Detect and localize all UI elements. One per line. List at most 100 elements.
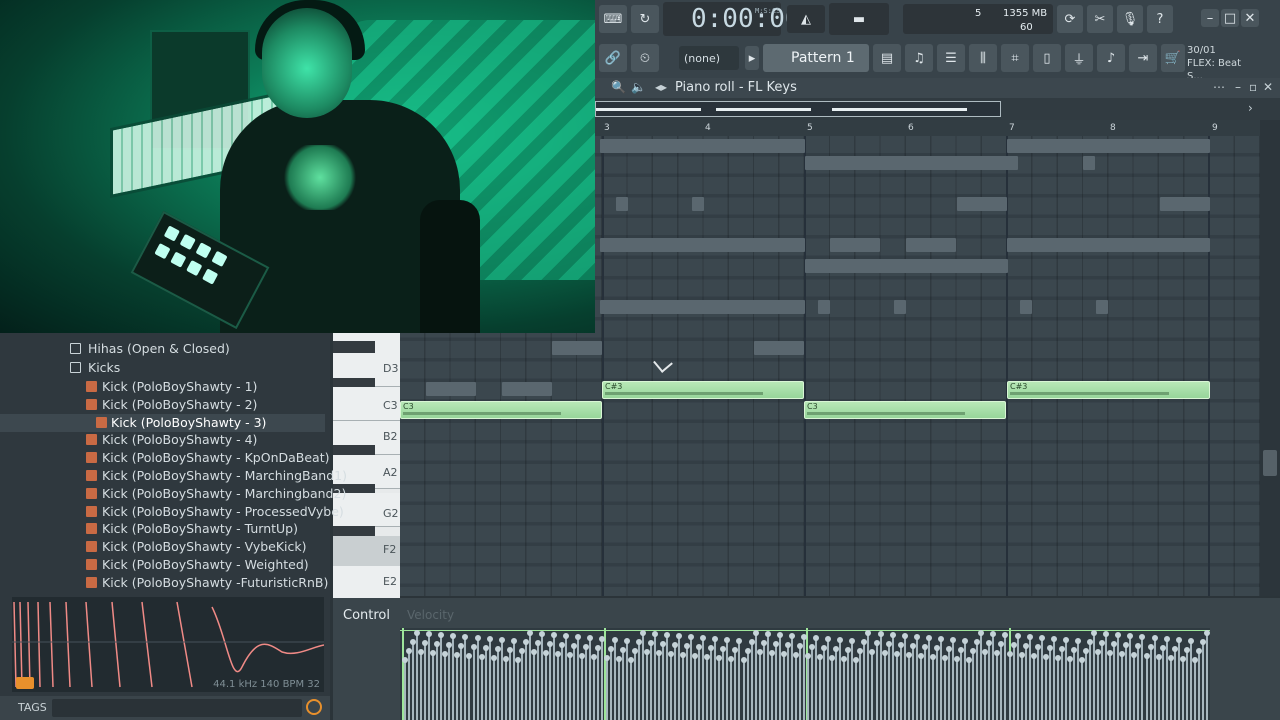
velocity-stem[interactable] [813,635,820,720]
velocity-stem[interactable] [901,633,908,720]
velocity-stem[interactable] [1034,644,1041,720]
velocity-stem[interactable] [696,644,703,720]
piano-keyboard[interactable]: D3 C3 B2 A2 G2 F2 E2 [333,333,400,600]
velocity-stem[interactable] [1083,648,1090,720]
velocity-stem[interactable] [1195,648,1202,720]
control-param[interactable]: Velocity [407,608,454,622]
vertical-scrollbar[interactable] [1260,120,1280,596]
browser-file-item[interactable]: Kick (PoloBoyShawty - 1) [0,378,325,396]
note[interactable]: C#3 [1007,381,1210,399]
velocity-stem[interactable] [526,630,533,720]
velocity-stem[interactable] [966,657,973,720]
velocity-stem[interactable] [740,657,747,720]
velocity-stem[interactable] [1014,633,1021,720]
microphone-icon[interactable]: 🎙 [1117,5,1143,33]
velocity-stem[interactable] [1075,638,1081,720]
velocity-stem[interactable] [873,640,880,720]
velocity-stem[interactable] [486,636,493,720]
speaker-icon[interactable]: 🔈 [631,80,646,94]
velocity-stem[interactable] [1139,634,1146,720]
window-menu-icon[interactable]: ⋯ [1213,80,1225,94]
velocity-stem[interactable] [410,639,417,720]
browser-file-item[interactable]: Kick (PoloBoyShawty - TurntUp) [0,520,325,538]
velocity-stem[interactable] [1087,639,1094,720]
velocity-stem[interactable] [849,638,856,720]
velocity-stem[interactable] [821,645,828,720]
browser-folder[interactable]: Kicks [0,359,325,377]
velocity-stem[interactable] [841,656,848,720]
velocity-stem[interactable] [885,641,892,720]
play-preview-icon[interactable] [16,677,34,689]
velocity-stem[interactable] [1095,649,1102,720]
note[interactable]: C3 [804,401,1006,419]
browser-file-item[interactable]: Kick (PoloBoyShawty - MarchingBand1) [0,467,347,485]
velocity-stem[interactable] [599,636,606,720]
play-mode-icon[interactable]: ▸ [745,46,759,70]
velocity-stem[interactable] [1010,642,1017,720]
velocity-stem[interactable] [1054,655,1061,720]
velocity-stem[interactable] [494,646,501,720]
browser-file-item[interactable]: Kick (PoloBoyShawty - 2) [0,396,325,414]
velocity-stem[interactable] [643,649,650,720]
velocity-stem[interactable] [724,637,731,720]
velocity-stem[interactable] [700,635,707,720]
tempo-tap-icon[interactable]: ♪ [1097,44,1125,72]
velocity-stem[interactable] [422,640,429,720]
velocity-stem[interactable] [1175,637,1182,720]
velocity-stem[interactable] [684,643,691,720]
magnify-icon[interactable]: 🔍 [611,80,626,94]
velocity-stem[interactable] [768,650,775,720]
velocity-stem[interactable] [833,646,840,720]
velocity-stem[interactable] [1159,645,1166,720]
velocity-stem[interactable] [881,650,888,720]
velocity-stem[interactable] [861,639,868,720]
velocity-stem[interactable] [615,656,622,720]
velocity-stem[interactable] [1066,656,1073,720]
velocity-stem[interactable] [784,642,791,720]
velocity-stem[interactable] [1111,641,1118,720]
velocity-stem[interactable] [869,649,876,720]
velocity-stem[interactable] [942,655,949,720]
velocity-stem[interactable] [1006,651,1013,720]
song-overview[interactable] [595,101,1001,117]
minimize-icon[interactable]: – [1201,9,1219,27]
velocity-stem[interactable] [406,648,413,720]
export-icon[interactable]: ⇥ [1129,44,1157,72]
velocity-stem[interactable] [623,638,630,720]
browser-file-item[interactable]: Kick (PoloBoyShawty -FuturisticRnB) [0,574,328,592]
velocity-stem[interactable] [1115,632,1122,720]
velocity-stem[interactable] [865,630,872,720]
velocity-stem[interactable] [829,655,836,720]
velocity-stem[interactable] [1018,652,1025,720]
velocity-stem[interactable] [619,647,626,720]
velocity-stem[interactable] [655,650,662,720]
velocity-stem[interactable] [667,651,674,720]
velocity-stem[interactable] [736,638,743,720]
velocity-stem[interactable] [514,657,521,720]
cut-tool-icon[interactable]: ✂ [1087,5,1113,33]
velocity-stem[interactable] [982,649,989,720]
plugin-icon[interactable]: ⏚ [1065,44,1093,72]
sample-waveform[interactable]: 44.1 kHz 140 BPM 32 [12,597,324,692]
velocity-stem[interactable] [1183,647,1190,720]
velocity-stem[interactable] [567,652,574,720]
velocity-stem[interactable] [748,639,755,720]
velocity-stem[interactable] [442,651,449,720]
tags-input[interactable] [52,699,302,717]
browser-icon[interactable]: ⌗ [1001,44,1029,72]
velocity-stem[interactable] [591,654,598,720]
velocity-stem[interactable] [571,643,578,720]
window-maximize-icon[interactable]: ▫ [1249,80,1257,94]
velocity-stem[interactable] [1191,657,1198,720]
velocity-stem[interactable] [1147,644,1154,720]
velocity-stem[interactable] [603,655,610,720]
velocity-stem[interactable] [688,634,695,720]
velocity-stem[interactable] [462,634,469,720]
velocity-stem[interactable] [1046,645,1053,720]
window-close-icon[interactable]: ✕ [1263,80,1273,94]
velocity-stem[interactable] [692,653,699,720]
velocity-stem[interactable] [575,634,582,720]
velocity-stem[interactable] [998,641,1005,720]
velocity-stem[interactable] [647,640,654,720]
velocity-stem[interactable] [708,645,715,720]
